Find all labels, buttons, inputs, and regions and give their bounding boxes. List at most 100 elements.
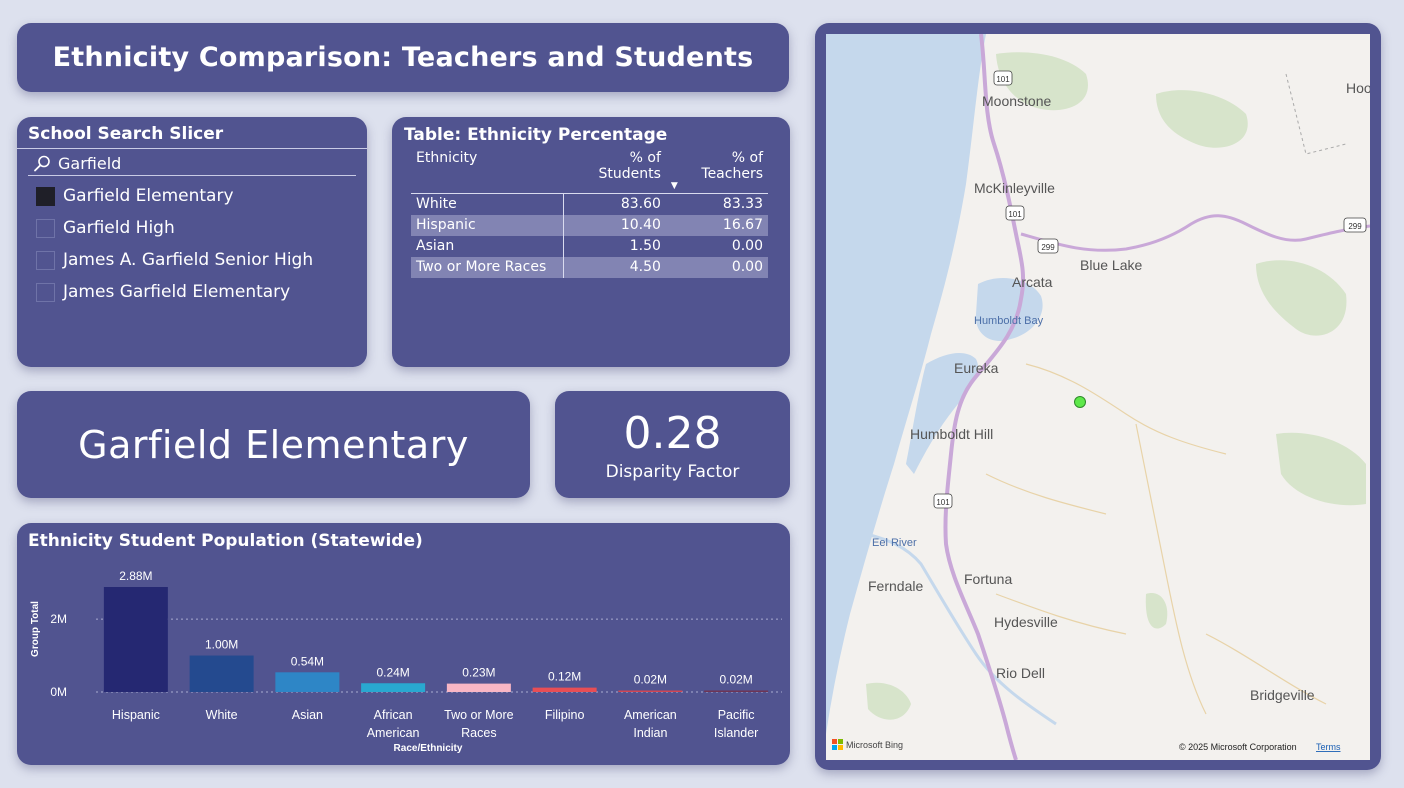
slicer-item-label: James A. Garfield Senior High (63, 250, 314, 270)
table-title: Table: Ethnicity Percentage (404, 125, 668, 145)
map-brand: Microsoft Bing (846, 740, 903, 750)
x-tick-label: Hispanic (112, 708, 160, 722)
table-cell: 4.50 (629, 259, 661, 275)
ethnicity-table-card: Table: Ethnicity Percentage Ethnicity % … (392, 117, 790, 367)
bar (618, 690, 683, 692)
school-search-slicer: School Search Slicer Garfield Garfield E… (17, 117, 367, 367)
search-icon (34, 155, 50, 171)
map-copyright: © 2025 Microsoft Corporation (1179, 742, 1297, 752)
x-tick-label: American (624, 708, 677, 722)
highway-shield: 101 (1005, 205, 1025, 221)
slicer-item[interactable]: James Garfield Elementary (17, 276, 367, 308)
selected-school-card: Garfield Elementary (17, 391, 530, 498)
search-value: Garfield (58, 154, 122, 173)
x-tick-label: White (206, 708, 238, 722)
x-tick-label: Indian (633, 726, 667, 740)
map-label: Arcata (1012, 274, 1053, 290)
kpi-label: Disparity Factor (605, 462, 740, 482)
map-label: Moonstone (982, 93, 1051, 109)
column-header-ethnicity[interactable]: Ethnicity (411, 147, 563, 194)
svg-text:299: 299 (1348, 222, 1362, 231)
x-axis-label: Race/Ethnicity (394, 743, 463, 754)
data-label: 0.12M (548, 670, 581, 684)
slicer-item[interactable]: Garfield High (17, 212, 367, 244)
ethnicity-table: Ethnicity % of Students % of Teachers ▼ W… (411, 147, 768, 278)
selected-school-name: Garfield Elementary (78, 422, 469, 467)
data-label: 0.24M (376, 665, 409, 679)
checkbox-checked[interactable] (36, 186, 55, 206)
map-label: Blue Lake (1080, 257, 1142, 273)
slicer-title: School Search Slicer (17, 117, 367, 149)
bar (189, 655, 254, 692)
map-label: Rio Dell (996, 665, 1045, 681)
table-cell: Asian (411, 235, 564, 257)
x-tick-label: Two or More (444, 708, 514, 722)
svg-text:101: 101 (996, 75, 1010, 84)
disparity-kpi-card: 0.28 Disparity Factor (555, 391, 790, 498)
highway-shield: 101 (993, 70, 1013, 86)
bar (275, 672, 340, 692)
column-header-students[interactable]: % of Students (563, 147, 666, 194)
map-label: Ferndale (868, 578, 923, 594)
x-tick-label: African (374, 708, 413, 722)
map-label: Humboldt Hill (910, 426, 993, 442)
table-cell: Two or More Races (411, 256, 564, 278)
map-label: Fortuna (964, 571, 1012, 587)
highway-shield: 299 (1343, 217, 1367, 233)
slicer-item-label: Garfield Elementary (63, 186, 234, 206)
table-cell: White (411, 193, 564, 215)
school-location-marker[interactable] (1074, 396, 1086, 408)
checkbox[interactable] (36, 250, 55, 270)
population-chart-card: Ethnicity Student Population (Statewide)… (17, 523, 790, 765)
data-label: 0.02M (719, 673, 752, 687)
svg-text:101: 101 (1008, 210, 1022, 219)
x-tick-label: Filipino (545, 708, 585, 722)
data-label: 0.23M (462, 666, 495, 680)
bar (704, 690, 769, 692)
column-header-teachers[interactable]: % of Teachers ▼ (666, 147, 768, 194)
title-card: Ethnicity Comparison: Teachers and Stude… (17, 23, 789, 92)
data-label: 2.88M (119, 569, 152, 583)
slicer-item[interactable]: James A. Garfield Senior High (17, 244, 367, 276)
svg-text:101: 101 (936, 498, 950, 507)
slicer-search-input[interactable]: Garfield (28, 152, 356, 176)
bar (532, 687, 597, 692)
table-row: White 83.60 83.33 (411, 193, 768, 215)
checkbox[interactable] (36, 218, 55, 238)
slicer-item[interactable]: Garfield Elementary (17, 180, 367, 212)
x-tick-label: Islander (714, 726, 758, 740)
slicer-item-label: James Garfield Elementary (63, 282, 291, 302)
map-label: Eureka (954, 360, 999, 376)
x-tick-label: Asian (292, 708, 323, 722)
bar (446, 683, 511, 692)
checkbox[interactable] (36, 282, 55, 302)
x-tick-label: American (367, 726, 420, 740)
bar (361, 683, 426, 692)
map-card: Moonstone McKinleyville Blue Lake Arcata… (815, 23, 1381, 770)
bar-chart: 0M 2M Group Total 2.88M Hispanic 1.00M White 0.… (30, 569, 782, 754)
x-tick-label: Races (461, 726, 496, 740)
bar (103, 587, 168, 692)
slicer-item-label: Garfield High (63, 218, 175, 238)
table-cell: 83.33 (722, 196, 763, 213)
table-cell: 0.00 (731, 259, 763, 275)
slicer-list: Garfield Elementary Garfield High James … (17, 180, 367, 308)
y-axis-label: Group Total (30, 601, 41, 657)
table-cell: 16.67 (722, 217, 763, 233)
map-label: Humboldt Bay (974, 315, 1044, 327)
data-label: 0.54M (291, 654, 324, 668)
y-tick-label: 2M (50, 612, 67, 626)
map-view[interactable]: Moonstone McKinleyville Blue Lake Arcata… (826, 34, 1370, 760)
map-label: Hydesville (994, 614, 1058, 630)
table-row: Two or More Races 4.50 0.00 (411, 256, 768, 278)
x-tick-label: Pacific (718, 708, 755, 722)
highway-shield: 101 (933, 493, 953, 509)
column-header-teachers-label: % of Teachers (701, 150, 763, 182)
map-canvas: Moonstone McKinleyville Blue Lake Arcata… (826, 34, 1370, 760)
map-label: Bridgeville (1250, 687, 1315, 703)
map-label: Eel River (872, 537, 917, 549)
sort-descending-icon: ▼ (670, 181, 678, 191)
table-row: Asian 1.50 0.00 (411, 235, 768, 257)
map-terms-link[interactable]: Terms (1316, 742, 1341, 752)
table-cell: 10.40 (620, 217, 661, 233)
